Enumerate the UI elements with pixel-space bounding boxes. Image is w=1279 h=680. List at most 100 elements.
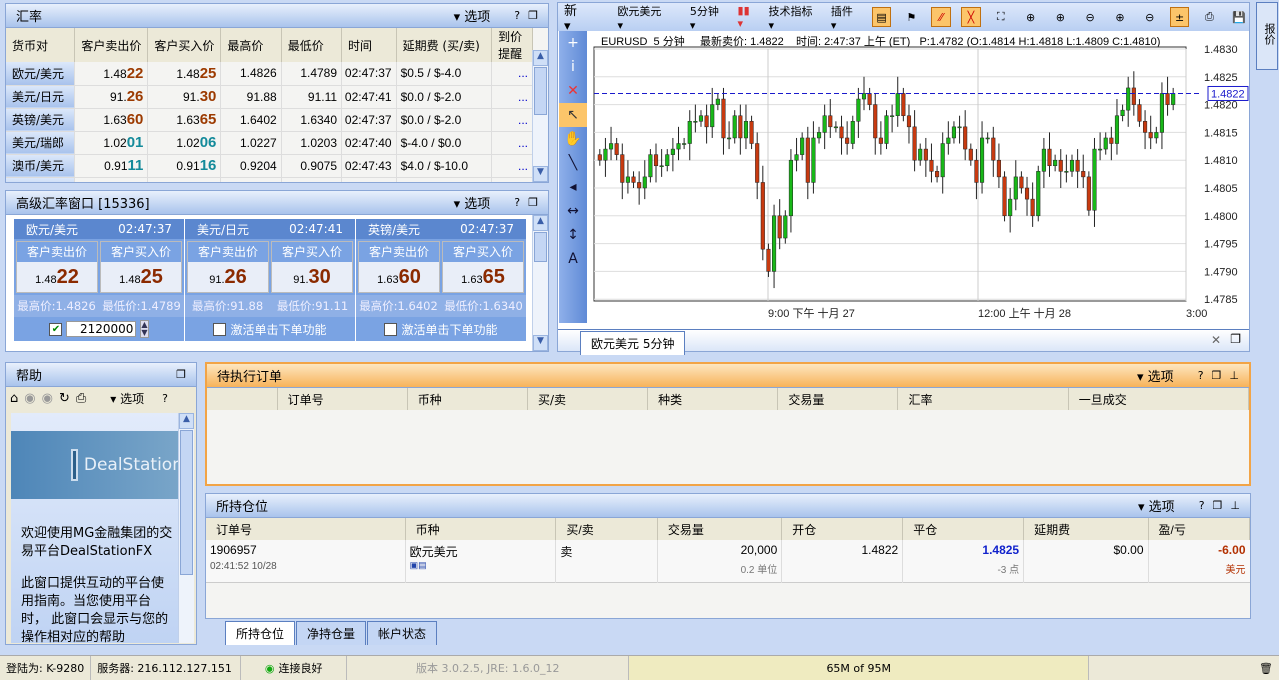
forward-icon[interactable]: ◉ [42, 391, 53, 406]
pair-name[interactable]: 美元/瑞郎 [6, 131, 76, 155]
symbol-select[interactable]: 欧元美元 ▾ [617, 3, 669, 32]
rate-row[interactable]: 欧元/美元 1.4822 1.4825 1.4826 1.4789 02:47:… [6, 62, 533, 86]
column-header[interactable]: 客户买入价 [147, 28, 222, 62]
options-menu[interactable]: ▾ 选项 [1137, 366, 1174, 385]
options-menu[interactable]: ▾ 选项 [110, 390, 144, 407]
indicators-menu[interactable]: 技术指标 ▾ [768, 3, 820, 32]
column-header[interactable]: 交易量 [777, 388, 899, 410]
save-icon[interactable]: 💾 [1229, 7, 1249, 27]
buy-button[interactable]: 客户买入价 1.6365 [442, 241, 524, 293]
ask-price[interactable]: 1.0206 [147, 131, 222, 155]
fit-icon[interactable]: ⛶ [991, 7, 1011, 27]
order-line-icon[interactable]: ▤ [871, 7, 892, 27]
scrollbar[interactable]: ▲ ▼ [532, 50, 548, 182]
column-header[interactable]: 到价提醒 [491, 28, 533, 62]
amount-stepper[interactable]: ▲ ▼ [140, 320, 149, 338]
one-click-checkbox[interactable]: ✔ [49, 322, 63, 336]
column-header[interactable]: 订单号 [277, 388, 408, 410]
candlestick-chart[interactable]: 1.4830 1.4825 1.4820 1.4815 1.4810 1.4805 1.48… [558, 31, 1249, 329]
sell-button[interactable]: 客户卖出价 1.4822 [16, 241, 98, 293]
zoom-in-x-icon[interactable]: ⊕ [1050, 7, 1070, 27]
side-tab-quotes[interactable]: 报价 [1256, 2, 1278, 70]
position-row[interactable]: 1906957 02:41:52 10/28 欧元美元 ▣▤ 卖 20,000 0.2… [206, 540, 1250, 582]
zoom-in-y-icon[interactable]: ⊕ [1110, 7, 1130, 27]
one-click-toggle[interactable]: 激活单击下单功能 [356, 317, 526, 341]
bid-price[interactable]: 0.9111 [74, 154, 149, 178]
restore-icon[interactable]: ❐ [1213, 499, 1223, 512]
plugins-menu[interactable]: 插件 ▾ [831, 3, 862, 32]
column-header[interactable]: 交易量 [657, 518, 783, 540]
restore-icon[interactable]: ❐ [1230, 332, 1241, 346]
bid-price[interactable]: 91.26 [74, 85, 149, 109]
column-header[interactable]: 最低价 [281, 28, 343, 62]
pin-icon[interactable]: ⊥ [1229, 369, 1239, 382]
zoom-out-icon[interactable]: ⊖ [1080, 7, 1100, 27]
column-header[interactable]: 汇率 [897, 388, 1069, 410]
ask-price[interactable]: 1.6365 [147, 108, 222, 132]
amount-input[interactable]: 2120000 [66, 321, 137, 337]
new-button[interactable]: 新 ▾ [564, 0, 587, 34]
pair-name[interactable]: 欧元/美元 [6, 62, 76, 86]
options-menu[interactable]: ▾ 选项 [454, 193, 491, 212]
help-icon[interactable]: ? [514, 9, 520, 22]
options-menu[interactable]: ▾ 选项 [1138, 496, 1175, 515]
period-select[interactable]: 5分钟 ▾ [690, 3, 728, 32]
buy-button[interactable]: 客户买入价 1.4825 [100, 241, 182, 293]
home-icon[interactable]: ⌂ [10, 391, 18, 406]
pin-icon[interactable]: ⊥ [1230, 499, 1240, 512]
pair-name[interactable]: 美元/日元 [6, 85, 76, 109]
flag-icon[interactable]: ⚑ [901, 7, 921, 27]
price-alert-button[interactable]: ... [491, 62, 533, 86]
column-header[interactable]: 种类 [647, 388, 779, 410]
column-header[interactable]: 盈/亏 [1148, 518, 1250, 540]
column-header[interactable] [207, 388, 278, 410]
close-icon[interactable]: ✕ [1211, 333, 1221, 347]
tab-positions-2[interactable]: 帐户状态 [367, 621, 438, 645]
column-header[interactable]: 延期费 (买/卖) [396, 28, 493, 62]
trendline-icon[interactable]: ⁄⁄ [931, 7, 952, 27]
column-header[interactable]: 开仓 [781, 518, 904, 540]
options-menu[interactable]: ▾ 选项 [454, 6, 491, 25]
print-icon[interactable]: ⎙ [76, 391, 86, 406]
scrollbar[interactable]: ▲ ▼ [532, 215, 548, 351]
column-header[interactable]: 平仓 [902, 518, 1025, 540]
column-header[interactable]: 客户卖出价 [74, 28, 149, 62]
pair-name[interactable]: 美元/加币 [6, 177, 76, 182]
zigzag-icon[interactable]: ╳ [961, 7, 981, 27]
column-header[interactable]: 一旦成交 [1068, 388, 1250, 410]
chart-type-icon[interactable]: ▮▮ ▾ [738, 4, 759, 30]
rate-row[interactable]: 美元/加币 1.0666 1.0671 1.0677 1.0634 02:47:… [6, 177, 533, 182]
scale-icon[interactable]: ± [1169, 7, 1190, 27]
price-alert-button[interactable]: ... [491, 177, 533, 182]
sell-button[interactable]: 客户卖出价 91.26 [187, 241, 269, 293]
column-header[interactable]: 货币对 [6, 28, 76, 62]
ask-price[interactable]: 1.0671 [147, 177, 222, 182]
bid-price[interactable]: 1.4822 [74, 62, 149, 86]
column-header[interactable]: 买/卖 [555, 518, 658, 540]
pair-name[interactable]: 澳币/美元 [6, 154, 76, 178]
price-alert-button[interactable]: ... [491, 154, 533, 178]
column-header[interactable]: 时间 [341, 28, 397, 62]
ask-price[interactable]: 1.4825 [147, 62, 222, 86]
scrollbar[interactable]: ▲ [178, 413, 194, 643]
restore-icon[interactable]: ❐ [176, 368, 186, 381]
refresh-icon[interactable]: ↻ [59, 391, 70, 406]
bid-price[interactable]: 1.6360 [74, 108, 149, 132]
price-alert-button[interactable]: ... [491, 131, 533, 155]
zoom-in-icon[interactable]: ⊕ [1021, 7, 1041, 27]
restore-icon[interactable]: ❐ [528, 9, 538, 22]
restore-icon[interactable]: ❐ [528, 196, 538, 209]
bid-price[interactable]: 1.0201 [74, 131, 149, 155]
rate-row[interactable]: 美元/瑞郎 1.0201 1.0206 1.0227 1.0203 02:47:… [6, 131, 533, 155]
column-header[interactable]: 币种 [407, 388, 528, 410]
tab-positions-0[interactable]: 所持仓位 [225, 621, 296, 645]
restore-icon[interactable]: ❐ [1212, 369, 1222, 382]
price-alert-button[interactable]: ... [491, 108, 533, 132]
trash-icon[interactable]: 🗑 [1253, 656, 1279, 680]
rate-row[interactable]: 澳币/美元 0.9111 0.9116 0.9204 0.9075 02:47:… [6, 154, 533, 178]
bid-price[interactable]: 1.0666 [74, 177, 149, 182]
chart-tab[interactable]: 欧元美元 5分钟 [580, 331, 686, 355]
column-header[interactable]: 币种 [405, 518, 557, 540]
ask-price[interactable]: 91.30 [147, 85, 222, 109]
help-icon[interactable]: ? [1199, 499, 1205, 512]
